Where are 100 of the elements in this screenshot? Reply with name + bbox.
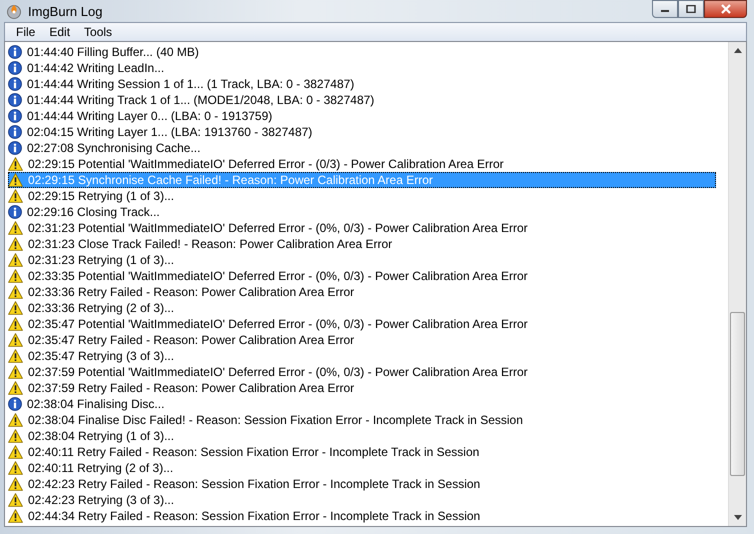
window-title: ImgBurn Log <box>28 4 102 18</box>
warning-icon <box>8 173 23 187</box>
close-icon <box>720 4 732 14</box>
info-icon <box>8 109 22 123</box>
maximize-button[interactable] <box>678 0 704 18</box>
log-row[interactable]: 02:35:47 Potential 'WaitImmediateIO' Deferred Error - (0%, 0/3) - Power Calibration Area Error <box>8 316 716 332</box>
info-icon <box>8 93 22 107</box>
log-row[interactable]: 02:33:36 Retrying (2 of 3)... <box>8 300 716 316</box>
log-row[interactable]: 01:44:44 Writing Track 1 of 1... (MODE1/2048, LBA: 0 - 3827487) <box>8 92 716 108</box>
log-row[interactable]: 02:38:04 Retrying (1 of 3)... <box>8 428 716 444</box>
maximize-icon <box>686 5 696 13</box>
log-row[interactable]: 02:42:23 Retry Failed - Reason: Session Fixation Error - Incomplete Track in Session <box>8 476 716 492</box>
warning-icon <box>8 221 23 235</box>
log-row[interactable]: 02:29:15 Potential 'WaitImmediateIO' Deferred Error - (0/3) - Power Calibration Area Error <box>8 156 716 172</box>
scrollbar-thumb[interactable] <box>730 312 745 476</box>
log-row[interactable]: 02:37:59 Retry Failed - Reason: Power Calibration Area Error <box>8 380 716 396</box>
log-row[interactable]: 01:44:40 Filling Buffer... (40 MB) <box>8 44 716 60</box>
log-entry-text: 02:29:15 Synchronise Cache Failed! - Reason: Power Calibration Area Error <box>28 173 433 187</box>
warning-icon <box>8 477 23 491</box>
minimize-button[interactable] <box>652 0 678 18</box>
log-entry-text: 02:33:36 Retry Failed - Reason: Power Calibration Area Error <box>28 285 354 299</box>
log-row[interactable]: 02:40:11 Retry Failed - Reason: Session Fixation Error - Incomplete Track in Session <box>8 444 716 460</box>
log-row[interactable]: 02:33:35 Potential 'WaitImmediateIO' Deferred Error - (0%, 0/3) - Power Calibration Area Error <box>8 268 716 284</box>
menu-item[interactable]: Tools <box>77 25 120 39</box>
log-entry-text: 01:44:40 Filling Buffer... (40 MB) <box>27 45 199 59</box>
scrollbar[interactable] <box>728 42 746 526</box>
menu-item[interactable]: File <box>9 25 42 39</box>
log-entry-text: 02:38:04 Finalising Disc... <box>27 397 164 411</box>
flame-disc-icon <box>6 3 22 19</box>
warning-icon <box>8 333 23 347</box>
log-row[interactable]: 02:31:23 Close Track Failed! - Reason: Power Calibration Area Error <box>8 236 716 252</box>
log-entry-text: 02:35:47 Retrying (3 of 3)... <box>28 349 174 363</box>
log-row[interactable]: 01:44:44 Writing Layer 0... (LBA: 0 - 1913759) <box>8 108 716 124</box>
log-row[interactable]: 02:38:04 Finalise Disc Failed! - Reason: Session Fixation Error - Incomplete Track in Session <box>8 412 716 428</box>
warning-icon <box>8 445 23 459</box>
log-entry-text: 02:42:23 Retry Failed - Reason: Session Fixation Error - Incomplete Track in Session <box>28 477 480 491</box>
log-entry-text: 02:35:47 Retry Failed - Reason: Power Calibration Area Error <box>28 333 354 347</box>
warning-icon <box>8 253 23 267</box>
log-row[interactable]: 02:31:23 Potential 'WaitImmediateIO' Deferred Error - (0%, 0/3) - Power Calibration Area Error <box>8 220 716 236</box>
info-icon <box>8 125 22 139</box>
log-entry-text: 01:44:44 Writing Session 1 of 1... (1 Track, LBA: 0 - 3827487) <box>27 77 354 91</box>
log-row[interactable]: 02:38:04 Finalising Disc... <box>8 396 716 412</box>
warning-icon <box>8 461 23 475</box>
log-entry-text: 02:33:36 Retrying (2 of 3)... <box>28 301 174 315</box>
log-row[interactable]: 02:29:16 Closing Track... <box>8 204 716 220</box>
info-icon <box>8 141 22 155</box>
log-entry-text: 02:40:11 Retrying (2 of 3)... <box>28 461 174 475</box>
close-button[interactable] <box>704 0 747 18</box>
log-row[interactable]: 02:29:15 Retrying (1 of 3)... <box>8 188 716 204</box>
log-row[interactable]: 02:31:23 Retrying (1 of 3)... <box>8 252 716 268</box>
warning-icon <box>8 509 23 523</box>
log-entry-text: 02:38:04 Finalise Disc Failed! - Reason: Session Fixation Error - Incomplete Track in Session <box>28 413 523 427</box>
warning-icon <box>8 189 23 203</box>
warning-icon <box>8 493 23 507</box>
warning-icon <box>8 429 23 443</box>
log-entry-text: 02:31:23 Close Track Failed! - Reason: Power Calibration Area Error <box>28 237 392 251</box>
log-entry-text: 02:44:34 Retry Failed - Reason: Session Fixation Error - Incomplete Track in Session <box>28 509 480 523</box>
log-entry-text: 02:04:15 Writing Layer 1... (LBA: 1913760 - 3827487) <box>27 125 312 139</box>
log-row[interactable]: 02:27:08 Synchronising Cache... <box>8 140 716 156</box>
log-entry-text: 02:31:23 Potential 'WaitImmediateIO' Deferred Error - (0%, 0/3) - Power Calibration Area Error <box>28 221 528 235</box>
log-entry-text: 02:27:08 Synchronising Cache... <box>27 141 200 155</box>
log-row[interactable]: 01:44:42 Writing LeadIn... <box>8 60 716 76</box>
log-row[interactable]: 02:33:36 Retry Failed - Reason: Power Calibration Area Error <box>8 284 716 300</box>
warning-icon <box>8 365 23 379</box>
warning-icon <box>8 237 23 251</box>
scroll-up-icon[interactable] <box>734 48 742 53</box>
log-row[interactable]: 02:35:47 Retrying (3 of 3)... <box>8 348 716 364</box>
info-icon <box>8 45 22 59</box>
log-entry-text: 01:44:44 Writing Layer 0... (LBA: 0 - 1913759) <box>27 109 272 123</box>
warning-icon <box>8 285 23 299</box>
log-row[interactable]: 02:40:11 Retrying (2 of 3)... <box>8 460 716 476</box>
warning-icon <box>8 157 23 171</box>
log-row[interactable]: 02:42:23 Retrying (3 of 3)... <box>8 492 716 508</box>
info-icon <box>8 397 22 411</box>
scroll-down-icon[interactable] <box>734 515 742 520</box>
log-entry-text: 02:38:04 Retrying (1 of 3)... <box>28 429 174 443</box>
info-icon <box>8 61 22 75</box>
warning-icon <box>8 317 23 331</box>
log-entry-text: 01:44:44 Writing Track 1 of 1... (MODE1/2048, LBA: 0 - 3827487) <box>27 93 374 107</box>
log-entry-text: 02:35:47 Potential 'WaitImmediateIO' Deferred Error - (0%, 0/3) - Power Calibration Area Error <box>28 317 528 331</box>
log-entry-text: 02:31:23 Retrying (1 of 3)... <box>28 253 174 267</box>
log-row[interactable]: 02:44:34 Retry Failed - Reason: Session Fixation Error - Incomplete Track in Session <box>8 508 716 524</box>
log-entry-text: 02:40:11 Retry Failed - Reason: Session Fixation Error - Incomplete Track in Session <box>28 445 480 459</box>
warning-icon <box>8 301 23 315</box>
log-entry-text: 02:33:35 Potential 'WaitImmediateIO' Deferred Error - (0%, 0/3) - Power Calibration Area Error <box>28 269 528 283</box>
info-icon <box>8 205 22 219</box>
warning-icon <box>8 381 23 395</box>
log-entry-text: 02:29:16 Closing Track... <box>27 205 160 219</box>
info-icon <box>8 77 22 91</box>
warning-icon <box>8 349 23 363</box>
log-row[interactable]: 02:35:47 Retry Failed - Reason: Power Calibration Area Error <box>8 332 716 348</box>
log-row[interactable]: 02:04:15 Writing Layer 1... (LBA: 1913760 - 3827487) <box>8 124 716 140</box>
log-entry-text: 01:44:42 Writing LeadIn... <box>27 61 164 75</box>
log-row[interactable]: 02:37:59 Potential 'WaitImmediateIO' Deferred Error - (0%, 0/3) - Power Calibration Area Error <box>8 364 716 380</box>
menu-item[interactable]: Edit <box>42 25 78 39</box>
log-entry-text: 02:37:59 Potential 'WaitImmediateIO' Deferred Error - (0%, 0/3) - Power Calibration Area Error <box>28 365 528 379</box>
log-row[interactable]: 01:44:44 Writing Session 1 of 1... (1 Track, LBA: 0 - 3827487) <box>8 76 716 92</box>
log-entry-text: 02:37:59 Retry Failed - Reason: Power Calibration Area Error <box>28 381 354 395</box>
warning-icon <box>8 269 23 283</box>
log-entry-text: 02:29:15 Retrying (1 of 3)... <box>28 189 174 203</box>
